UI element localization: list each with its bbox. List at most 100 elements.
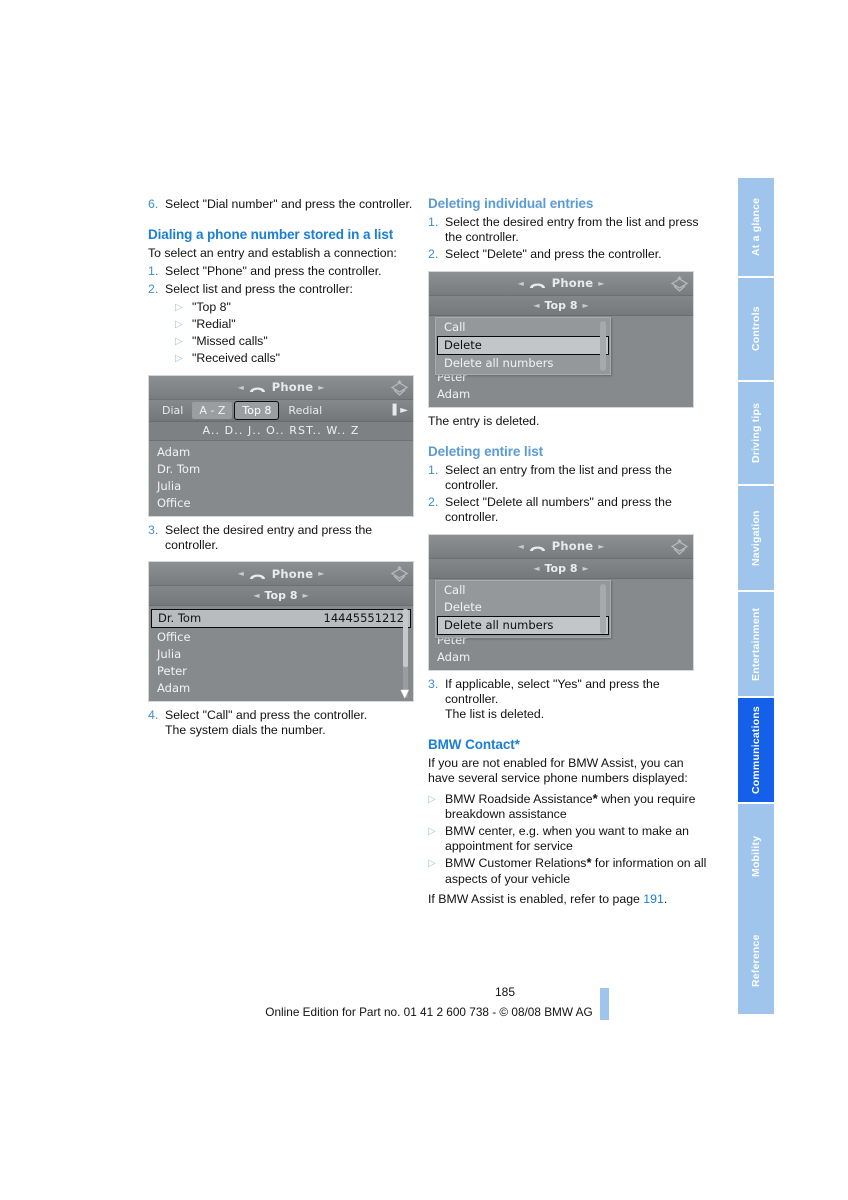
sidebar-item-navigation[interactable]: Navigation — [738, 484, 774, 590]
list-item: ▷ "Redial" — [175, 317, 428, 332]
tab-redial[interactable]: Redial — [281, 402, 329, 419]
menu-item-call[interactable]: Call — [436, 582, 610, 599]
sidebar-item-at-a-glance[interactable]: At a glance — [738, 176, 774, 276]
sidebar-item-mobility[interactable]: Mobility — [738, 802, 774, 908]
entry-name: Adam — [437, 649, 471, 664]
context-menu-popup: Call Delete Delete all numbers — [435, 579, 611, 638]
list-item[interactable]: Office — [149, 629, 413, 646]
chevron-left-icon: ◄ — [237, 382, 244, 392]
menu-item-delete-all[interactable]: Delete all numbers — [437, 615, 609, 635]
list-item[interactable]: Julia — [149, 478, 413, 495]
entry-name: Peter — [157, 664, 187, 679]
chevron-right-icon: ► — [318, 569, 325, 579]
scroll-down-icon[interactable]: ▼ — [401, 688, 409, 699]
scrollbar-thumb[interactable] — [403, 609, 408, 667]
idrive-entry-list: Dr. Tom 14445551212 Office Julia Peter A… — [149, 606, 413, 702]
manual-page: 6. Select "Dial number" and press the co… — [0, 0, 848, 1200]
list-item: ▷ BMW Customer Relations* for informatio… — [428, 856, 708, 886]
chevron-left-icon: ◄ — [533, 300, 540, 310]
bmw-contact-intro: If you are not enabled for BMW Assist, y… — [428, 756, 688, 786]
page-edge-marker — [600, 988, 609, 1020]
list-item: ▷ BMW Roadside Assistance* when you requ… — [428, 792, 708, 822]
bullet-text-pre: BMW Customer Relations — [445, 856, 587, 871]
heading-deleting-individual: Deleting individual entries — [428, 196, 594, 211]
subheader-label: Top 8 — [544, 561, 578, 575]
entry-name: Office — [157, 495, 191, 510]
tab-a-z[interactable]: A - Z — [192, 401, 233, 419]
entry-number: 14445551212 — [323, 611, 404, 626]
popup-scrollbar[interactable] — [600, 583, 606, 634]
chevron-left-icon: ◄ — [253, 591, 260, 601]
step-text: Select "Dial number" and press the contr… — [165, 197, 413, 211]
idrive-titlebar: ◄ Phone ► — [429, 534, 693, 559]
step-number: 2. — [428, 247, 439, 262]
idrive-screenshot-delete-all: ◄ Phone ► ◄ Top 8 ► Peter Adam Call Dele… — [428, 533, 694, 671]
page-reference-link[interactable]: 191 — [643, 892, 664, 906]
list-item: ▷ BMW center, e.g. when you want to make… — [428, 824, 708, 854]
phone-handset-icon — [249, 570, 266, 580]
step-text-line2: The list is deleted. — [445, 707, 545, 722]
menu-item-delete[interactable]: Delete — [436, 599, 610, 616]
footer-note: Online Edition for Part no. 01 41 2 600 … — [265, 1005, 593, 1019]
page-number: 185 — [494, 985, 516, 999]
bmw-contact-outro: If BMW Assist is enabled, refer to page … — [428, 892, 708, 907]
outro-text-post: . — [663, 891, 668, 906]
tabstrip-more-icon[interactable]: ▌► — [393, 405, 411, 416]
popup-scrollbar[interactable] — [600, 320, 606, 371]
tab-top-8[interactable]: Top 8 — [234, 400, 280, 420]
tab-dial[interactable]: Dial — [155, 402, 190, 419]
right-column: Deleting individual entries 1. Select th… — [428, 196, 708, 910]
left-step-3-list: 3. Select the desired entry and press th… — [148, 523, 428, 553]
triangle-bullet-icon: ▷ — [175, 319, 183, 331]
bmw-contact-bullets: ▷ BMW Roadside Assistance* when you requ… — [428, 792, 708, 887]
alphabet-index-row[interactable]: A.. D.. J.. O.. RST.. W.. Z — [149, 421, 413, 441]
chevron-left-icon: ◄ — [237, 569, 244, 579]
option-label: "Missed calls" — [192, 334, 268, 349]
context-menu-popup: Call Delete Delete all numbers — [435, 316, 611, 375]
sidebar-item-driving-tips[interactable]: Driving tips — [738, 380, 774, 484]
sidebar-item-controls[interactable]: Controls — [738, 276, 774, 380]
bullet-text-pre: BMW Roadside Assistance — [445, 791, 593, 806]
chevron-right-icon: ► — [582, 300, 589, 310]
list-item[interactable]: Julia — [149, 646, 413, 663]
step-text-line1: Select "Call" and press the controller. — [165, 708, 368, 723]
list-item[interactable]: Adam — [149, 444, 413, 461]
sidebar-item-communications[interactable]: Communications — [738, 696, 774, 802]
idrive-titlebar: ◄ Phone ► — [149, 562, 413, 587]
intro-paragraph: To select an entry and establish a conne… — [148, 246, 397, 261]
idrive-title: Phone — [551, 276, 594, 291]
menu-item-delete[interactable]: Delete — [437, 335, 609, 355]
list-item: 2. Select "Delete all numbers" and press… — [428, 495, 708, 525]
list-item: ▷ "Missed calls" — [175, 334, 428, 349]
list-item[interactable]: Adam — [429, 386, 693, 403]
entry-name: Julia — [157, 478, 182, 493]
step-text: Select the desired entry from the list a… — [445, 215, 699, 245]
list-item[interactable]: Adam — [149, 680, 413, 697]
idrive-title: Phone — [271, 566, 314, 581]
step-number: 1. — [148, 264, 159, 279]
step-number: 6. — [148, 197, 159, 211]
menu-item-delete-all[interactable]: Delete all numbers — [436, 355, 610, 372]
step-number: 2. — [428, 495, 439, 510]
list-item[interactable]: Dr. Tom — [149, 461, 413, 478]
entry-name: Julia — [157, 647, 182, 662]
entry-name: Adam — [157, 681, 191, 696]
idrive-titlebar: ◄ Phone ► — [149, 375, 413, 400]
chevron-left-icon: ◄ — [517, 541, 524, 551]
controller-hint-icon — [390, 379, 409, 396]
list-item[interactable]: Adam — [429, 649, 693, 666]
chevron-right-icon: ► — [302, 591, 309, 601]
idrive-entry-list: Peter Adam Call Delete Delete all number… — [429, 578, 693, 670]
subheader-label: Top 8 — [544, 298, 578, 312]
idrive-entry-list: Peter Adam Call Delete Delete all number… — [429, 315, 693, 407]
sidebar-item-entertainment[interactable]: Entertainment — [738, 590, 774, 696]
idrive-titlebar: ◄ Phone ► — [429, 271, 693, 296]
list-item[interactable]: Peter — [149, 663, 413, 680]
left-column: 6. Select "Dial number" and press the co… — [148, 196, 428, 740]
menu-item-call[interactable]: Call — [436, 319, 610, 336]
list-item[interactable]: Office — [149, 495, 413, 512]
scrollbar[interactable] — [403, 609, 408, 699]
left-step-6-list: 6. Select "Dial number" and press the co… — [148, 197, 428, 212]
entry-name: Adam — [157, 444, 191, 459]
selected-list-item[interactable]: Dr. Tom 14445551212 — [151, 609, 411, 629]
